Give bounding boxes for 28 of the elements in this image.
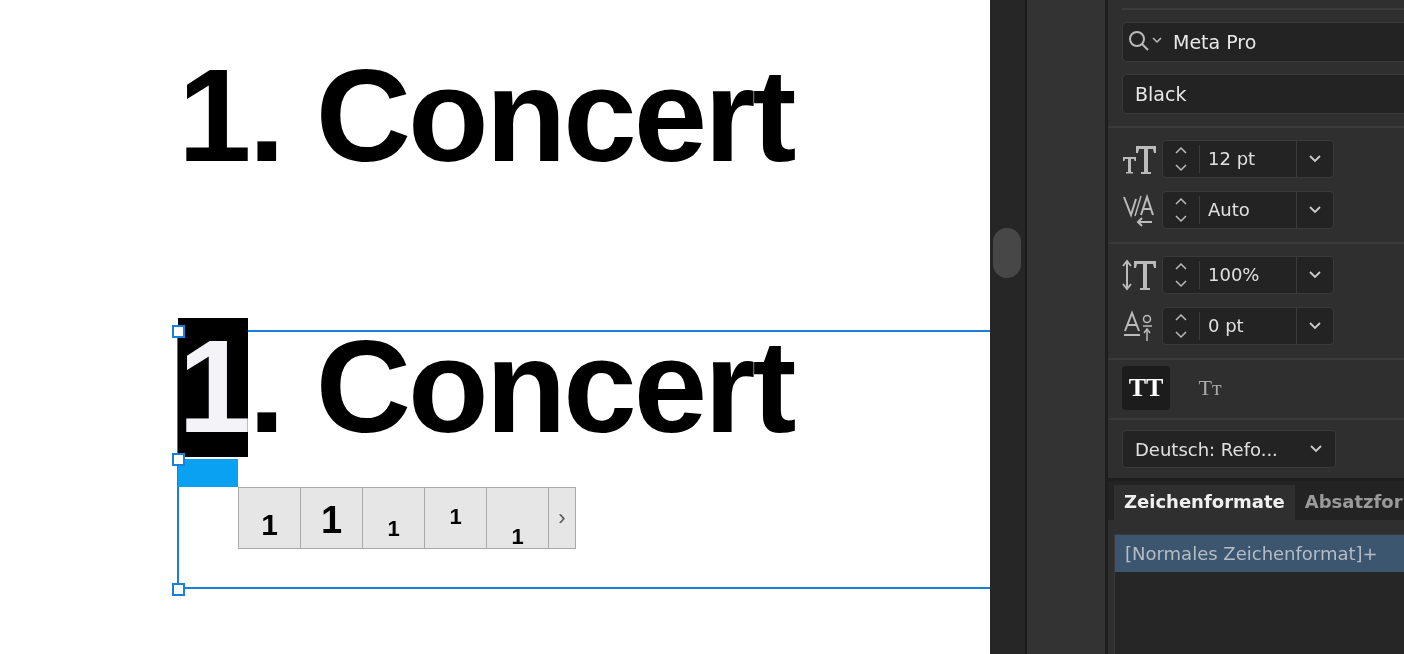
small-caps-button[interactable]: Tт [1186, 366, 1234, 410]
selected-text: 1 [178, 318, 249, 457]
frame-handle[interactable] [172, 325, 185, 338]
spinner-field[interactable]: Auto [1162, 191, 1334, 229]
frame-handle[interactable] [172, 583, 185, 596]
panel-tab[interactable]: Zeichenformate [1114, 485, 1295, 520]
spinner-field[interactable]: 12 pt [1162, 140, 1334, 178]
scrollbar-thumb[interactable] [993, 228, 1021, 278]
glyph-alternate[interactable]: 1 [301, 488, 362, 548]
spinner-field[interactable]: 0 pt [1162, 307, 1334, 345]
frame-handle[interactable] [172, 453, 185, 466]
vertical-scale-icon [1122, 258, 1158, 292]
dropdown-icon [1309, 444, 1323, 454]
panel-tab[interactable]: Absatzfor [1294, 485, 1404, 520]
style-item[interactable]: [Normales Zeichenformat]+ [1115, 535, 1404, 572]
language-dropdown[interactable]: Deutsch: Refo... [1122, 430, 1336, 468]
next-button[interactable]: › [549, 488, 575, 548]
glyph-alternate[interactable]: 1 [363, 488, 424, 548]
heading-text: 1. Concert [178, 50, 794, 182]
font-style-field[interactable]: Black [1122, 74, 1404, 114]
glyph-alternate[interactable]: 1 [425, 488, 486, 548]
selection-marker [178, 459, 238, 487]
heading-text: . Concert [248, 313, 794, 460]
glyph-alternate[interactable]: 1 [487, 488, 548, 548]
glyph-alternate[interactable]: 1 [239, 488, 300, 548]
spinner-field[interactable]: 100% [1162, 256, 1334, 294]
font-family-field[interactable]: Meta Pro [1122, 22, 1404, 62]
all-caps-button[interactable]: TT [1122, 366, 1170, 410]
